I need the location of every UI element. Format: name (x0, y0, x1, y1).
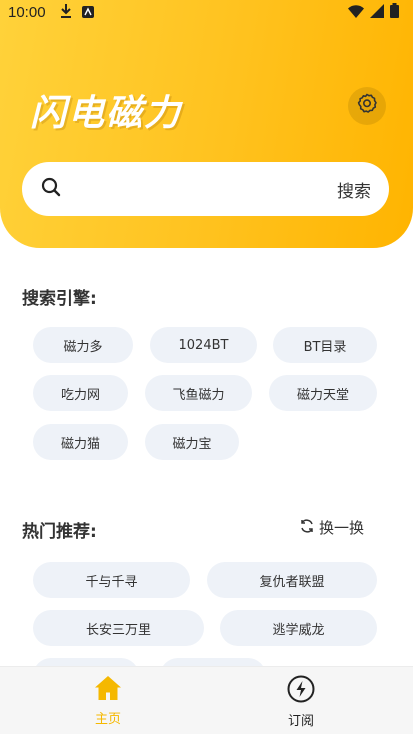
battery-icon (390, 2, 399, 22)
wifi-icon (348, 3, 364, 22)
engine-chip[interactable]: 磁力宝 (145, 424, 239, 460)
refresh-button[interactable]: 换一换 (299, 517, 364, 538)
home-icon (94, 675, 122, 705)
bottom-nav: 主页 订阅 (0, 666, 413, 734)
hot-chip[interactable]: 长安三万里 (33, 610, 204, 646)
engine-chip[interactable]: 磁力天堂 (269, 375, 377, 411)
nav-subscribe[interactable]: 订阅 (271, 675, 331, 729)
engine-chip[interactable]: 1024BT (150, 327, 257, 363)
nav-home[interactable]: 主页 (78, 675, 138, 727)
app-title: 闪电磁力 (30, 93, 183, 134)
search-icon (40, 176, 62, 202)
gear-icon (355, 92, 379, 120)
engine-chip[interactable]: 飞鱼磁力 (145, 375, 252, 411)
cellular-icon (370, 3, 384, 22)
nav-home-label: 主页 (94, 712, 121, 727)
nav-subscribe-label: 订阅 (287, 714, 314, 729)
hot-chip[interactable]: 千与千寻 (33, 562, 190, 598)
lightning-icon (287, 675, 315, 707)
hot-section-title: 热门推荐: (22, 522, 97, 542)
engine-chip[interactable]: 磁力多 (33, 327, 133, 363)
app-notification-icon (81, 3, 94, 22)
download-icon (60, 3, 72, 22)
engines-section-title: 搜索引擎: (22, 289, 97, 309)
status-bar: 10:00 (0, 0, 413, 24)
header: 10:00 闪电磁力 搜索 (0, 0, 413, 248)
search-bar[interactable]: 搜索 (22, 162, 389, 216)
hot-chip[interactable]: 逃学威龙 (220, 610, 377, 646)
status-time: 10:00 (8, 3, 46, 21)
engine-chip[interactable]: 磁力猫 (33, 424, 128, 460)
settings-button[interactable] (348, 87, 386, 125)
engine-chip[interactable]: BT目录 (273, 327, 377, 363)
hot-chip[interactable]: 复仇者联盟 (207, 562, 377, 598)
refresh-label: 换一换 (319, 519, 365, 537)
refresh-icon (299, 518, 315, 538)
engine-chip[interactable]: 吃力网 (33, 375, 128, 411)
search-button[interactable]: 搜索 (337, 177, 371, 202)
